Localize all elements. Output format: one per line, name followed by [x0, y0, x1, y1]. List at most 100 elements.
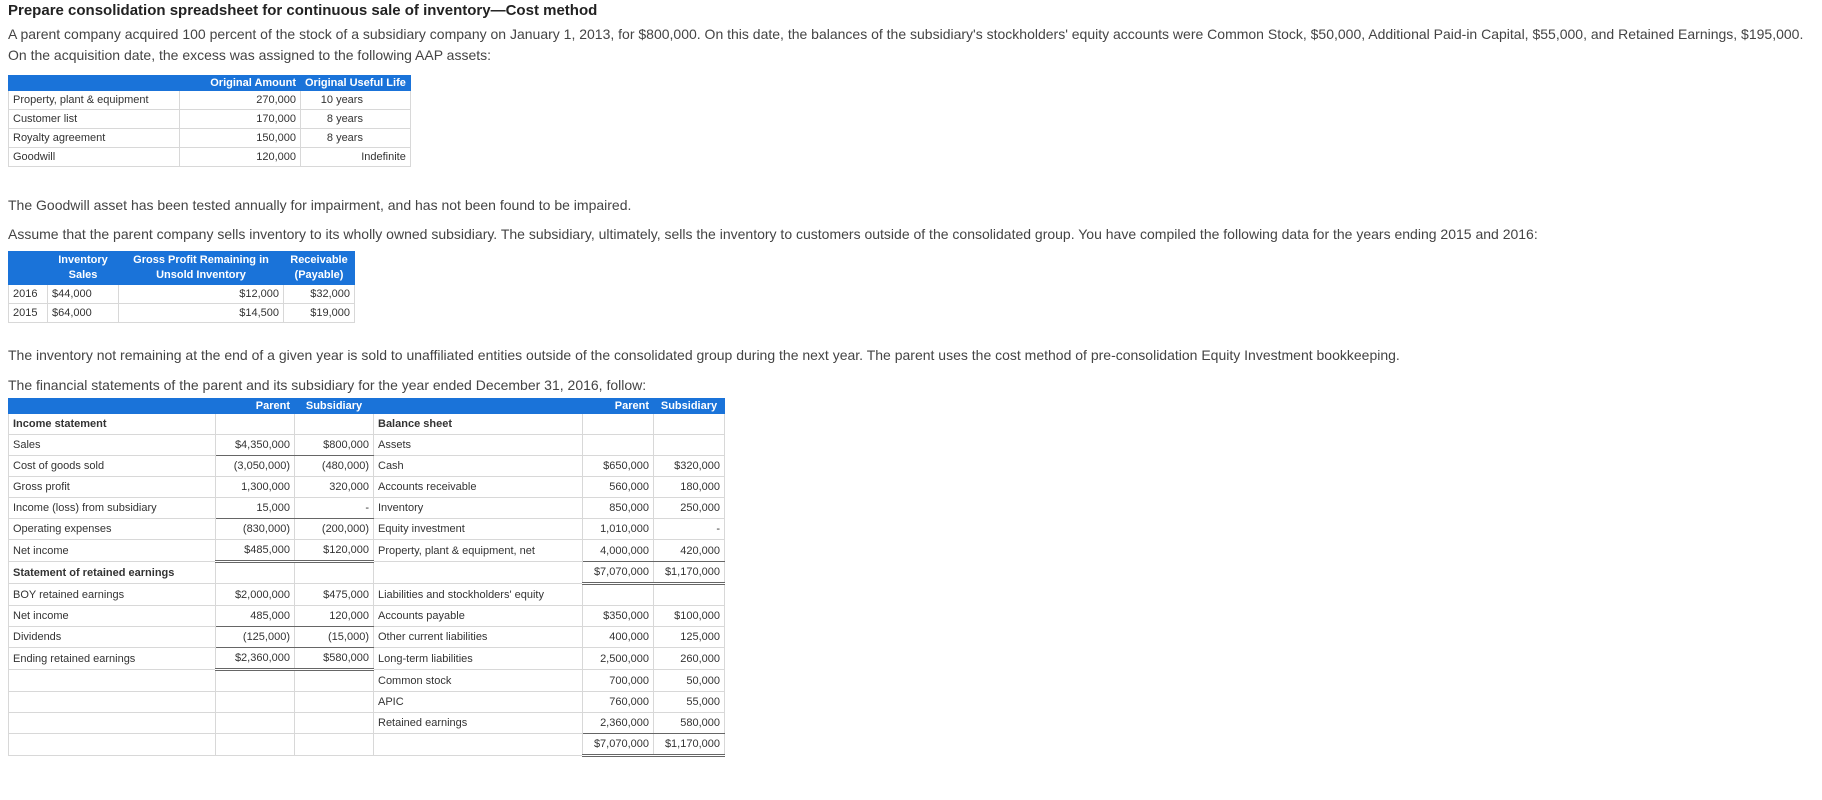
fs-income-label: Statement of retained earnings	[8, 561, 216, 584]
aap-asset: Goodwill	[8, 147, 180, 167]
aap-asset: Customer list	[8, 109, 180, 129]
fs-balance-label: Other current liabilities	[373, 626, 583, 648]
fs-subsidiary-value: 320,000	[294, 476, 374, 498]
aap-header-life: Original Useful Life	[300, 75, 411, 91]
aap-amount: 270,000	[179, 90, 301, 110]
fs-subsidiary-value: -	[653, 518, 725, 540]
table-row: 2016 $44,000 $12,000 $32,000	[8, 284, 355, 304]
header-line: Sales	[68, 269, 98, 281]
fs-subsidiary-value: 420,000	[653, 539, 725, 562]
goodwill-note: The Goodwill asset has been tested annua…	[8, 197, 632, 213]
fs-parent-value	[215, 712, 295, 734]
fs-parent-value: 760,000	[582, 691, 654, 713]
fs-header-parent: Parent	[215, 398, 295, 414]
aap-life: Indefinite	[300, 147, 411, 167]
fs-balance-label: Long-term liabilities	[373, 647, 583, 670]
table-row: Royalty agreement 150,000 8 years	[8, 128, 411, 148]
aap-life-num: 10	[320, 94, 333, 106]
inv-recv: $32,000	[283, 284, 355, 304]
fs-parent-value: 400,000	[582, 626, 654, 648]
fs-income-label	[8, 712, 216, 734]
fs-income-label: Income statement	[8, 413, 216, 435]
inventory-header-blank	[8, 251, 48, 285]
fs-subsidiary-value: $120,000	[294, 539, 374, 563]
inv-gp: $12,000	[118, 284, 284, 304]
table-row: $7,070,000 $1,170,000	[8, 733, 725, 757]
fs-income-label: Ending retained earnings	[8, 647, 216, 670]
aap-table: Original Amount Original Useful Life Pro…	[8, 75, 411, 167]
fs-balance-label: Accounts receivable	[373, 476, 583, 498]
fs-parent-value: $4,350,000	[215, 434, 295, 456]
fs-parent-value: $2,000,000	[215, 583, 295, 606]
table-row: APIC 760,000 55,000	[8, 691, 725, 713]
fs-balance-label: Common stock	[373, 669, 583, 692]
fs-balance-label	[373, 561, 583, 584]
inventory-header-receivable: Receivable (Payable)	[283, 251, 355, 285]
aap-amount: 170,000	[179, 109, 301, 129]
table-row: BOY retained earnings $2,000,000 $475,000 L…	[8, 583, 725, 606]
fs-subsidiary-value	[294, 691, 374, 713]
inventory-note: The inventory not remaining at the end o…	[8, 347, 1400, 363]
fs-parent-value: $2,360,000	[215, 647, 295, 671]
fs-parent-value: 485,000	[215, 605, 295, 627]
table-row: Cost of goods sold (3,050,000) (480,000) Ca…	[8, 455, 725, 477]
fs-balance-label: Equity investment	[373, 518, 583, 540]
table-row: 2015 $64,000 $14,500 $19,000	[8, 303, 355, 323]
fs-parent-value	[215, 733, 295, 756]
aap-life-num: 8	[326, 113, 333, 125]
fs-income-label: Net income	[8, 539, 216, 562]
inv-gp: $14,500	[118, 303, 284, 323]
fs-balance-label: Liabilities and stockholders' equity	[373, 583, 583, 606]
fs-subsidiary-value: $1,170,000	[653, 561, 725, 585]
aap-life-unit: Indefinite	[361, 151, 406, 163]
fs-subsidiary-value: 580,000	[653, 712, 725, 734]
header-line: (Payable)	[294, 269, 344, 281]
fs-subsidiary-value: $100,000	[653, 605, 725, 627]
fs-subsidiary-value	[294, 669, 374, 692]
table-row: Common stock 700,000 50,000	[8, 669, 725, 692]
fs-balance-label: Accounts payable	[373, 605, 583, 627]
fs-subsidiary-value: $580,000	[294, 647, 374, 671]
fs-subsidiary-value: -	[294, 497, 374, 519]
header-line: Gross Profit Remaining in	[133, 254, 269, 266]
fs-income-label	[8, 733, 216, 756]
fs-parent-value: 2,500,000	[582, 647, 654, 670]
table-row: Dividends (125,000) (15,000) Other current …	[8, 626, 725, 648]
fs-balance-label: Balance sheet	[373, 413, 583, 435]
fs-body: Income statement Balance sheet Sales $4,350…	[8, 413, 725, 757]
aap-amount: 120,000	[179, 147, 301, 167]
aap-life-unit: years	[336, 94, 363, 106]
aap-life-unit: years	[336, 113, 363, 125]
table-row: Ending retained earnings $2,360,000 $580,0…	[8, 647, 725, 671]
fs-subsidiary-value: $1,170,000	[653, 733, 725, 757]
fs-parent-value	[215, 561, 295, 584]
fs-income-label: Gross profit	[8, 476, 216, 498]
fs-subsidiary-value: (480,000)	[294, 455, 374, 477]
fs-parent-value: 15,000	[215, 497, 295, 519]
fs-income-label: Operating expenses	[8, 518, 216, 540]
fs-header-blank	[373, 398, 583, 414]
aap-life-unit: years	[336, 132, 363, 144]
table-row: Net income 485,000 120,000 Accounts payable…	[8, 605, 725, 627]
fs-subsidiary-value: 50,000	[653, 669, 725, 692]
fs-subsidiary-value: $800,000	[294, 434, 374, 456]
fs-subsidiary-value	[653, 583, 725, 606]
fs-parent-value: 560,000	[582, 476, 654, 498]
financial-statements-table: Parent Subsidiary Parent Subsidiary Inco…	[8, 398, 725, 757]
inv-recv: $19,000	[283, 303, 355, 323]
fs-parent-value	[215, 691, 295, 713]
table-row: Sales $4,350,000 $800,000 Assets	[8, 434, 725, 456]
header-line: Inventory	[58, 254, 108, 266]
fs-subsidiary-value	[653, 434, 725, 456]
aap-life: 10 years	[300, 90, 411, 110]
aap-life-num: 8	[326, 132, 333, 144]
aap-asset: Property, plant & equipment	[8, 90, 180, 110]
fs-subsidiary-value: 260,000	[653, 647, 725, 670]
fs-parent-value: 1,010,000	[582, 518, 654, 540]
table-row: Goodwill 120,000 Indefinite	[8, 147, 411, 167]
inventory-header-sales: Inventory Sales	[47, 251, 119, 285]
fs-balance-label: Cash	[373, 455, 583, 477]
fs-subsidiary-value	[294, 561, 374, 584]
fs-subsidiary-value: 250,000	[653, 497, 725, 519]
aap-life: 8 years	[300, 128, 411, 148]
